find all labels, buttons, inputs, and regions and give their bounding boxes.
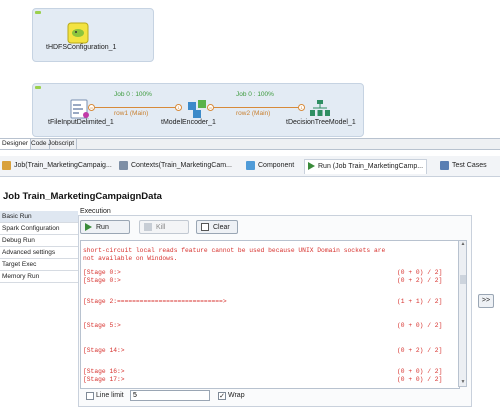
nav-item-debug-run[interactable]: Debug Run [0,235,78,247]
nav-item-advanced-settings[interactable]: Advanced settings [0,247,78,259]
console-scrollbar[interactable]: ▲ ▼ [458,240,467,387]
tab-label: Test Cases [452,162,487,169]
console-line: [Stage 0:> (0 + 2) / 2] [83,277,442,284]
tab-test-cases[interactable]: Test Cases [440,159,487,173]
line-limit-label: Line limit [96,392,124,399]
console-line: [Stage 14:> (0 + 2) / 2] [83,347,442,354]
tab-label: Component [258,162,295,169]
decision-tree-model-icon[interactable] [309,98,331,120]
tab-run[interactable]: Run (Job Train_MarketingCamp... [304,159,428,174]
tab-designer[interactable]: Designer [0,139,32,149]
stage-progress: (0 + 0) / 2] [397,368,443,375]
job-icon [2,160,11,170]
clear-icon [201,223,209,232]
component-label: tHDFSConfiguration_1 [46,44,117,51]
run-button[interactable]: Run [80,220,130,234]
stage-progress: (0 + 0) / 2] [397,269,443,276]
subjob-hdfs-configuration[interactable] [32,8,154,62]
execution-label: Execution [80,208,111,215]
file-input-delimited-icon[interactable] [68,98,90,120]
tab-contexts[interactable]: Contexts(Train_MarketingCam... [119,159,232,173]
tab-component[interactable]: Component [246,159,294,173]
input-port-icon[interactable]: 1 [175,104,182,111]
row-link[interactable] [214,107,298,108]
page-title: Job Train_MarketingCampaignData [3,191,162,202]
console-line: [Stage 5:> (0 + 0) / 2] [83,322,442,329]
console-line: [Stage 17:> (0 + 0) / 2] [83,376,442,383]
stage-text: [Stage 0:> [83,277,121,284]
row-link[interactable] [95,107,175,108]
row-link-label[interactable]: row1 (Main) [114,110,148,117]
tab-label: Run (Job Train_MarketingCamp... [318,163,424,170]
stage-progress: (0 + 2) / 2] [397,277,443,284]
contexts-icon [119,160,128,170]
nav-item-basic-run[interactable]: Basic Run [0,211,78,223]
tab-label: Job(Train_MarketingCampaig... [14,162,112,169]
run-mode-nav: Basic Run Spark Configuration Debug Run … [0,211,78,283]
stage-text: [Stage 16:> [83,368,125,375]
output-port-icon[interactable]: o [207,104,214,111]
component-label: tDecisionTreeModel_1 [286,119,356,126]
stage-progress: (0 + 0) / 2] [397,376,443,383]
subjob-collapse-toggle[interactable] [35,86,41,89]
scrollbar-thumb[interactable] [460,275,466,284]
line-limit-input[interactable] [130,390,210,401]
console-line: [Stage 0:> (0 + 0) / 2] [83,269,442,276]
input-port-icon[interactable]: 1 [298,104,305,111]
console-warning-line: short-circuit local reads feature cannot… [83,247,386,254]
nav-item-spark-configuration[interactable]: Spark Configuration [0,223,78,235]
nav-item-memory-run[interactable]: Memory Run [0,271,78,283]
stage-text: [Stage 2:============================> [83,298,227,305]
scroll-up-arrow-icon[interactable]: ▲ [459,241,467,248]
component-label: tFileInputDelimited_1 [48,119,114,126]
stage-text: [Stage 0:> [83,269,121,276]
stage-progress: (0 + 0) / 2] [397,322,443,329]
kill-button[interactable]: Kill [139,220,189,234]
wrap-checkbox[interactable]: ✓ [218,392,226,400]
stage-text: [Stage 14:> [83,347,125,354]
console-line: [Stage 2:============================> (1… [83,298,442,305]
line-limit-checkbox[interactable] [86,392,94,400]
view-tab-strip: Job(Train_MarketingCampaig... Contexts(T… [0,156,500,177]
clear-button[interactable]: Clear [196,220,238,234]
stop-icon [144,223,152,232]
stage-progress: (0 + 2) / 2] [397,347,443,354]
expand-button[interactable]: >> [478,294,494,308]
job-designer-canvas[interactable]: tHDFSConfiguration_1 tFileInputDelimited… [0,0,500,138]
console-line: [Stage 16:> (0 + 0) / 2] [83,368,442,375]
nav-item-target-exec[interactable]: Target Exec [0,259,78,271]
test-cases-icon [440,160,449,170]
console-output[interactable]: short-circuit local reads feature cannot… [80,240,460,389]
kill-button-label: Kill [156,224,166,231]
hdfs-configuration-icon[interactable] [67,22,89,44]
output-port-icon[interactable]: o [88,104,95,111]
run-icon [308,162,315,171]
job-progress-label: Job 0 : 100% [114,91,152,98]
job-progress-label: Job 0 : 100% [236,91,274,98]
tab-label: Contexts(Train_MarketingCam... [131,162,232,169]
run-button-label: Run [96,224,109,231]
tab-job[interactable]: Job(Train_MarketingCampaig... [2,159,112,173]
component-icon [246,160,255,170]
stage-text: [Stage 17:> [83,376,125,383]
row-link-label[interactable]: row2 (Main) [236,110,270,117]
model-encoder-icon[interactable] [186,98,208,120]
stage-progress: (1 + 1) / 2] [397,298,443,305]
console-warning-line: not available on Windows. [83,255,178,262]
tab-jobscript[interactable]: Jobscript [46,139,78,149]
editor-tab-strip: Designer Code Jobscript [0,138,500,150]
wrap-label: Wrap [228,392,245,399]
subjob-collapse-toggle[interactable] [35,11,41,14]
component-label: tModelEncoder_1 [161,119,216,126]
scroll-down-arrow-icon[interactable]: ▼ [459,379,467,386]
play-icon [85,223,92,232]
stage-text: [Stage 5:> [83,322,121,329]
clear-button-label: Clear [213,224,230,231]
